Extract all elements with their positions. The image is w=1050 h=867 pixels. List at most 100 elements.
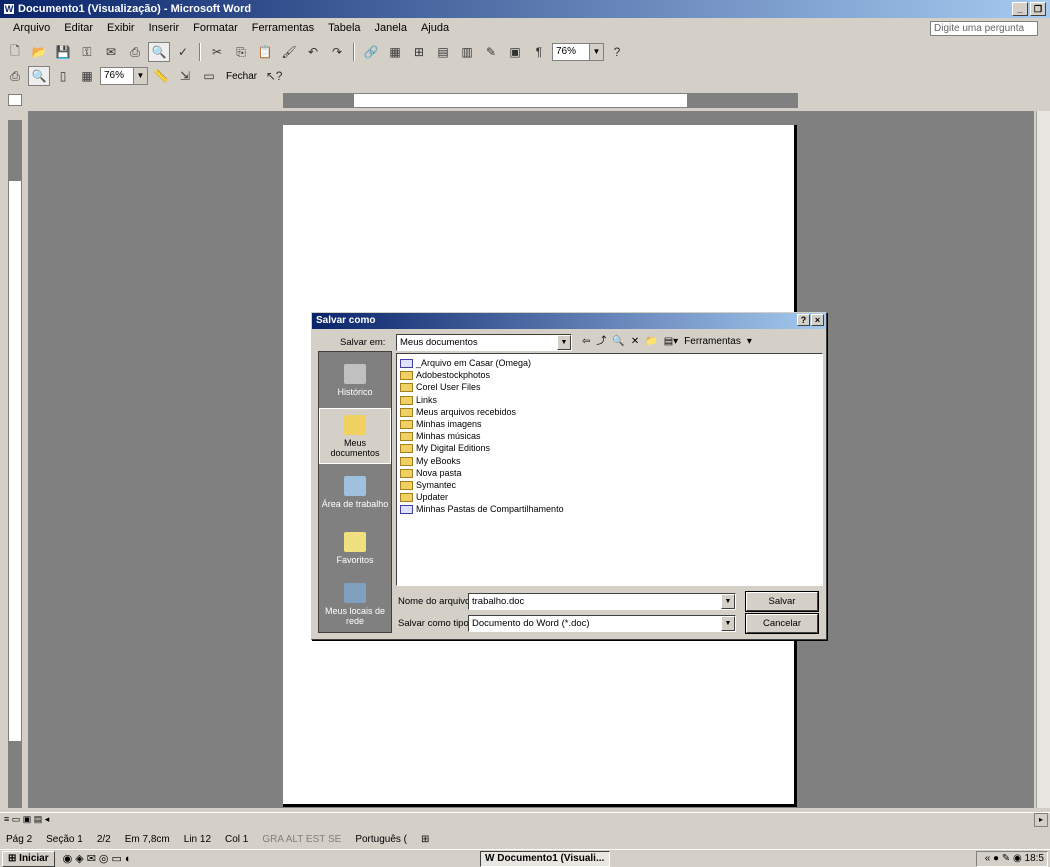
print-preview-icon[interactable]: 🔍 (148, 42, 170, 62)
email-icon[interactable]: ✉ (100, 42, 122, 62)
menu-arquivo[interactable]: Arquivo (6, 18, 57, 38)
list-item[interactable]: Nova pasta (400, 468, 819, 479)
close-icon[interactable]: × (811, 314, 824, 326)
help-icon[interactable]: ? (606, 42, 628, 62)
new-document-icon[interactable]: 🗋 (4, 42, 26, 62)
list-item[interactable]: My eBooks (400, 456, 819, 467)
place-meus-locais-de-rede[interactable]: Meus locais de rede (319, 576, 391, 632)
horizontal-scrollbar[interactable]: ≡ ▭ ▣ ▤ ◂ ▸ (0, 812, 1050, 828)
favorites-icon (344, 531, 366, 552)
copy-icon[interactable]: ⎘ (230, 42, 252, 62)
places-bar: Histórico Meus documentos Área de trabal… (318, 351, 392, 633)
clock: 18:5 (1024, 853, 1044, 864)
restore-button[interactable]: ❐ (1030, 2, 1046, 16)
tables-borders-icon[interactable]: ▦ (384, 42, 406, 62)
folder-icon (400, 432, 413, 442)
horizontal-ruler[interactable] (283, 93, 798, 108)
scroll-right-icon[interactable]: ▸ (1034, 813, 1048, 827)
list-item[interactable]: Symantec (400, 480, 819, 491)
list-item[interactable]: _Arquivo em Casar (Omega) (400, 358, 819, 369)
file-list[interactable]: _Arquivo em Casar (Omega) Adobestockphot… (396, 353, 823, 586)
columns-icon[interactable]: ▥ (456, 42, 478, 62)
up-folder-icon[interactable]: ⤴ (596, 333, 606, 351)
zoom-select[interactable]: 76% ▼ (552, 43, 604, 61)
help-icon[interactable]: ? (797, 314, 810, 326)
back-icon[interactable]: ⇦ (582, 333, 590, 351)
cut-icon[interactable]: ✂ (206, 42, 228, 62)
list-item[interactable]: Links (400, 395, 819, 406)
permission-icon[interactable]: ⚿ (76, 42, 98, 62)
help-search-input[interactable]: Digite uma pergunta (930, 21, 1038, 36)
document-map-icon[interactable]: ▣ (504, 42, 526, 62)
list-item[interactable]: Minhas músicas (400, 431, 819, 442)
drawing-icon[interactable]: ✎ (480, 42, 502, 62)
views-icon[interactable]: ▤▾ (664, 333, 678, 351)
minimize-button[interactable]: _ (1012, 2, 1028, 16)
quick-launch-icons[interactable]: ◉◈✉◎▭◐ (63, 852, 135, 865)
magnifier-icon[interactable]: 🔍 (28, 66, 50, 86)
format-painter-icon[interactable]: 🖌 (278, 42, 300, 62)
undo-icon[interactable]: ↶ (302, 42, 324, 62)
menu-exibir[interactable]: Exibir (100, 18, 142, 38)
insert-excel-icon[interactable]: ▤ (432, 42, 454, 62)
desktop-icon (344, 475, 366, 496)
taskbar-word-button[interactable]: W Documento1 (Visuali... (480, 851, 610, 867)
list-item[interactable]: My Digital Editions (400, 443, 819, 454)
show-hide-icon[interactable]: ¶ (528, 42, 550, 62)
full-screen-icon[interactable]: ▭ (198, 66, 220, 86)
place-meus-documentos[interactable]: Meus documentos (319, 408, 391, 464)
list-item[interactable]: Minhas imagens (400, 419, 819, 430)
spelling-icon[interactable]: ✓ (172, 42, 194, 62)
list-item[interactable]: Minhas Pastas de Compartilhamento (400, 504, 819, 515)
menu-janela[interactable]: Janela (368, 18, 414, 38)
search-web-icon[interactable]: 🔍 (612, 333, 624, 351)
context-help-icon[interactable]: ↖? (263, 66, 285, 86)
menu-editar[interactable]: Editar (57, 18, 100, 38)
place-historico[interactable]: Histórico (319, 352, 391, 408)
filename-input[interactable]: trabalho.doc ▼ (468, 593, 736, 610)
filetype-select[interactable]: Documento do Word (*.doc) ▼ (468, 615, 736, 632)
status-language: Português ( (355, 833, 408, 845)
menu-inserir[interactable]: Inserir (142, 18, 187, 38)
open-folder-icon[interactable]: 📂 (28, 42, 50, 62)
vertical-ruler[interactable] (8, 120, 22, 808)
insert-table-icon[interactable]: ⊞ (408, 42, 430, 62)
list-item[interactable]: Adobestockphotos (400, 370, 819, 381)
save-in-select[interactable]: Meus documentos ▼ (396, 334, 572, 351)
preview-zoom-select[interactable]: 76% ▼ (100, 67, 148, 85)
close-preview-button[interactable]: Fechar (222, 71, 261, 82)
paste-icon[interactable]: 📋 (254, 42, 276, 62)
folder-icon (400, 419, 413, 429)
save-icon[interactable]: 💾 (52, 42, 74, 62)
status-bar: Pág 2 Seção 1 2/2 Em 7,8cm Lin 12 Col 1 … (0, 830, 1050, 848)
print-icon[interactable]: ⎙ (4, 66, 26, 86)
redo-icon[interactable]: ↷ (326, 42, 348, 62)
print-icon[interactable]: ⎙ (124, 42, 146, 62)
list-item[interactable]: Corel User Files (400, 382, 819, 393)
ruler-toggle-icon[interactable]: 📏 (150, 66, 172, 86)
delete-icon[interactable]: ✕ (631, 333, 639, 351)
cancel-button[interactable]: Cancelar (746, 614, 818, 633)
dialog-title: Salvar como (316, 315, 376, 326)
place-area-de-trabalho[interactable]: Área de trabalho (319, 464, 391, 520)
menu-tabela[interactable]: Tabela (321, 18, 367, 38)
hyperlink-icon[interactable]: 🔗 (360, 42, 382, 62)
menu-ferramentas[interactable]: Ferramentas (245, 18, 321, 38)
multiple-pages-icon[interactable]: ▦ (76, 66, 98, 86)
view-buttons[interactable]: ≡ ▭ ▣ ▤ ◂ (4, 814, 49, 825)
menu-formatar[interactable]: Formatar (186, 18, 245, 38)
tab-selector[interactable] (8, 94, 22, 106)
one-page-icon[interactable]: ▯ (52, 66, 74, 86)
title-bar: W Documento1 (Visualização) - Microsoft … (0, 0, 1050, 18)
new-folder-icon[interactable]: 📁 (645, 333, 657, 351)
list-item[interactable]: Meus arquivos recebidos (400, 407, 819, 418)
list-item[interactable]: Updater (400, 492, 819, 503)
folder-icon (400, 383, 413, 393)
shrink-to-fit-icon[interactable]: ⇲ (174, 66, 196, 86)
save-button[interactable]: Salvar (746, 592, 818, 611)
tools-menu[interactable]: Ferramentas (684, 333, 741, 351)
place-favoritos[interactable]: Favoritos (319, 520, 391, 576)
start-button[interactable]: ⊞ Iniciar (2, 850, 55, 867)
vertical-scrollbar[interactable] (1036, 111, 1050, 808)
menu-ajuda[interactable]: Ajuda (414, 18, 456, 38)
